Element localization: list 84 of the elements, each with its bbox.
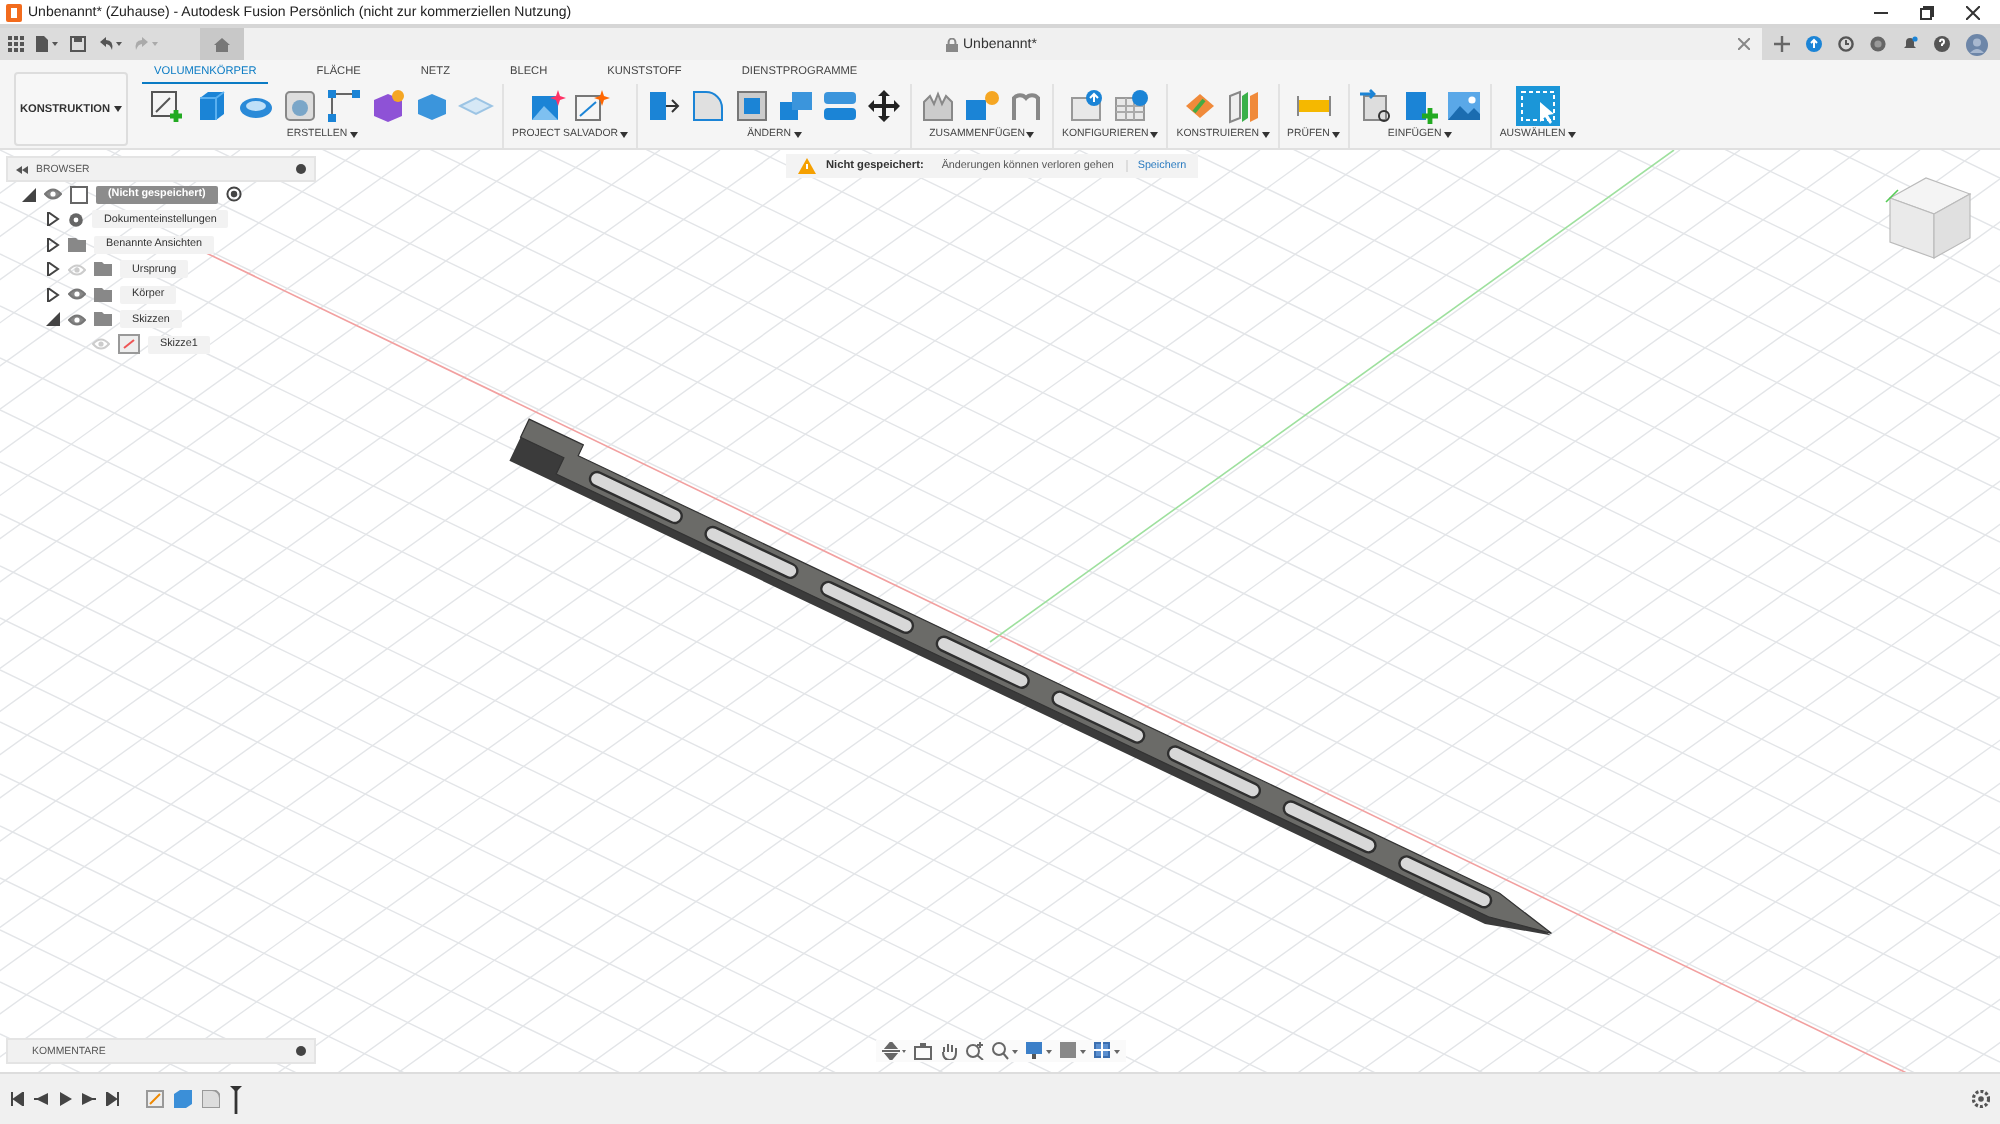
caret-icon <box>793 131 801 137</box>
box-icon[interactable] <box>414 88 450 124</box>
collapse-panel-icon[interactable] <box>16 165 28 173</box>
orbit-icon[interactable] <box>882 1042 906 1060</box>
caret-icon <box>1261 131 1269 137</box>
fillet-icon[interactable] <box>690 88 727 124</box>
record-icon[interactable] <box>1870 36 1886 52</box>
table-upload-icon[interactable] <box>1114 88 1151 124</box>
plus-icon[interactable] <box>1774 36 1790 52</box>
undo-icon[interactable] <box>98 36 122 52</box>
bell-icon[interactable] <box>1902 36 1918 52</box>
timeline-marker-icon[interactable] <box>230 1085 242 1113</box>
display-settings-icon[interactable] <box>1026 1042 1052 1060</box>
home-icon[interactable] <box>214 37 230 51</box>
combine-icon[interactable] <box>778 88 815 124</box>
caret-icon <box>1026 131 1035 137</box>
expand-triangle-icon[interactable] <box>46 262 60 277</box>
apps-grid-icon[interactable] <box>8 36 24 52</box>
step-back-icon[interactable] <box>34 1092 48 1106</box>
caret-icon <box>1150 131 1159 137</box>
offset-plane-icon[interactable] <box>1182 88 1219 124</box>
sketch-sparkle-icon[interactable] <box>574 88 611 124</box>
caret-icon <box>1331 131 1340 137</box>
expand-triangle-icon[interactable] <box>46 287 60 302</box>
look-at-icon[interactable] <box>914 1042 932 1060</box>
eye-icon[interactable] <box>44 188 62 201</box>
move-icon[interactable] <box>866 88 903 124</box>
split-icon[interactable] <box>822 88 859 124</box>
pin-icon[interactable] <box>296 1046 306 1056</box>
save-icon[interactable] <box>70 36 86 52</box>
step-forward-icon[interactable] <box>82 1092 96 1106</box>
collapse-triangle-icon[interactable] <box>22 187 36 202</box>
image-icon[interactable] <box>1445 88 1482 124</box>
joint-sparkle-icon[interactable] <box>964 88 1001 124</box>
file-icon[interactable] <box>36 36 58 52</box>
pan-hand-icon[interactable] <box>940 1042 958 1060</box>
form-cube-icon[interactable] <box>370 88 406 124</box>
pin-icon[interactable] <box>296 164 306 174</box>
lock-icon <box>945 37 957 51</box>
close-icon[interactable] <box>1966 5 1980 19</box>
caret-icon <box>1443 131 1452 137</box>
eye-icon[interactable] <box>68 288 86 301</box>
settings-icon[interactable] <box>1972 1090 1990 1108</box>
sketch-icon <box>118 334 140 355</box>
image-sparkle-icon[interactable] <box>530 88 567 124</box>
select-icon[interactable] <box>1515 86 1560 126</box>
skip-start-icon[interactable] <box>10 1092 24 1106</box>
shell-icon[interactable] <box>734 88 771 124</box>
document-icon <box>70 185 88 204</box>
insert-plus-icon[interactable] <box>1401 88 1438 124</box>
extrude-feature-icon[interactable] <box>174 1090 192 1108</box>
expand-triangle-icon[interactable] <box>46 237 60 252</box>
joint-icon[interactable] <box>1008 88 1045 124</box>
play-icon[interactable] <box>58 1092 72 1106</box>
eye-icon[interactable] <box>68 313 86 326</box>
collapse-triangle-icon[interactable] <box>46 312 60 327</box>
midplane-icon[interactable] <box>1226 88 1263 124</box>
hole-icon[interactable] <box>282 88 318 124</box>
caret-icon <box>1567 131 1576 137</box>
radio-icon[interactable] <box>225 186 242 203</box>
sketch-plus-icon[interactable] <box>150 88 186 124</box>
visual-style-icon[interactable] <box>1060 1042 1086 1060</box>
caret-icon <box>114 106 123 112</box>
skip-end-icon[interactable] <box>106 1092 120 1106</box>
gear-icon <box>68 211 84 228</box>
clock-icon[interactable] <box>1838 36 1854 52</box>
zoom-icon[interactable] <box>966 1042 984 1060</box>
home-button[interactable] <box>200 28 244 60</box>
zoom-window-icon[interactable] <box>992 1042 1018 1060</box>
avatar-icon[interactable] <box>1966 33 1988 55</box>
press-pull-icon[interactable] <box>646 88 683 124</box>
caret-icon <box>620 131 629 137</box>
close-tab-icon[interactable] <box>1738 38 1750 50</box>
caret-icon <box>349 131 358 137</box>
box-icon[interactable] <box>194 88 230 124</box>
upload-icon[interactable] <box>1806 36 1822 52</box>
insert-link-icon[interactable] <box>1357 88 1394 124</box>
pattern-icon[interactable] <box>326 88 362 124</box>
configure-upload-icon[interactable] <box>1070 88 1107 124</box>
expand-triangle-icon[interactable] <box>46 212 60 227</box>
help-icon[interactable] <box>1934 36 1950 52</box>
grid-settings-icon[interactable] <box>1094 1042 1120 1060</box>
restore-icon[interactable] <box>1920 5 1934 19</box>
joint-icon[interactable] <box>920 88 957 124</box>
